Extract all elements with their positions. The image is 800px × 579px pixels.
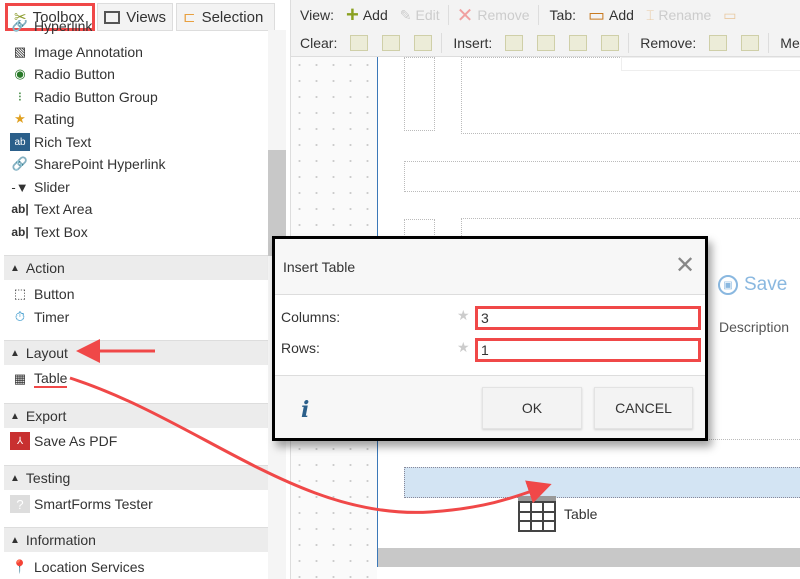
info-icon[interactable]: i [301, 397, 309, 423]
location-pin-icon: 📍 [11, 559, 29, 574]
divider [447, 5, 449, 25]
tab-add-button[interactable]: ▭ Add [582, 5, 640, 26]
link-icon: 🔗 [11, 20, 29, 32]
tab-views[interactable]: Views [97, 3, 173, 31]
view-remove-button[interactable]: ✕ Remove [451, 3, 536, 28]
slider-icon: -▼ [11, 179, 29, 195]
view-edit-button[interactable]: ✎ Edit [394, 7, 446, 24]
tab-rename-button[interactable]: ⌶ Rename [640, 7, 717, 24]
toolbox-item-save-as-pdf[interactable]: ⅄ Save As PDF [10, 430, 117, 452]
section-information[interactable]: ▲ Information [4, 527, 268, 552]
chevron-up-icon: ▲ [10, 410, 20, 422]
toolbar-row-1: View: + Add ✎ Edit ✕ Remove Tab: ▭ Add ⌶ Rena… [291, 1, 743, 29]
table-icon [518, 496, 556, 532]
view-add-button[interactable]: + Add [340, 2, 394, 28]
toolbox-item-image-annotation[interactable]: ▧ Image Annotation [10, 41, 143, 63]
tab-selection[interactable]: ⊏ Selection [176, 3, 275, 31]
text-box-icon: ab| [11, 225, 29, 239]
canvas-cell[interactable] [404, 57, 435, 131]
clear-icon[interactable] [350, 35, 369, 51]
remove-column-icon[interactable] [709, 35, 728, 51]
tab-remove-icon: ▭ [723, 6, 737, 23]
section-export[interactable]: ▲ Export [4, 403, 268, 428]
dialog-body: Columns: ★ 3 Rows: ★ 1 [275, 294, 705, 376]
required-star-icon: ★ [457, 307, 470, 323]
close-icon[interactable]: ✕ [675, 251, 695, 280]
dialog-title: Insert Table [283, 259, 356, 275]
toolbox-item-text-box[interactable]: ab| Text Box [10, 221, 87, 243]
clear-icon[interactable] [414, 35, 433, 51]
canvas-cell[interactable] [404, 161, 800, 192]
toolbox-item-smartforms-tester[interactable]: ? SmartForms Tester [10, 493, 153, 515]
chevron-up-icon: ▲ [10, 262, 20, 274]
question-icon: ? [10, 495, 30, 513]
tab-remove-button[interactable]: ▭ [717, 7, 742, 24]
image-icon: ▧ [13, 44, 27, 59]
divider [537, 5, 539, 25]
toolbox-item-radio-button-group[interactable]: ⁝ Radio Button Group [10, 86, 158, 108]
insert-table-dialog: Insert Table ✕ Columns: ★ 3 Rows: ★ 1 i … [272, 236, 708, 441]
radio-group-icon: ⁝ [17, 89, 23, 104]
link-icon: 🔗 [11, 156, 29, 171]
toolbox-item-sharepoint-hyperlink[interactable]: 🔗 SharePoint Hyperlink [10, 153, 166, 175]
button-icon: ⬚ [13, 286, 27, 301]
tree-icon: ⊏ [183, 9, 196, 26]
rows-label: Rows: [281, 340, 320, 356]
dragged-table-item[interactable]: Table [518, 496, 597, 532]
toolbar-row-2: Clear: Insert: Remove: Merg [300, 33, 800, 53]
toolbox-item-text-area[interactable]: ab| Text Area [10, 198, 92, 220]
insert-row-above-icon[interactable] [569, 35, 588, 51]
x-icon: ✕ [456, 4, 474, 27]
section-layout[interactable]: ▲ Layout [4, 340, 268, 365]
rich-text-icon: ab [10, 133, 30, 151]
chevron-up-icon: ▲ [10, 534, 20, 546]
pdf-icon: ⅄ [10, 432, 30, 450]
columns-input[interactable]: 3 [475, 306, 701, 330]
section-testing[interactable]: ▲ Testing [4, 465, 268, 490]
toolbox-item-button[interactable]: ⬚ Button [10, 283, 75, 305]
description-label: Description [719, 319, 790, 335]
views-icon [104, 10, 121, 24]
tab-add-icon: ▭ [588, 4, 606, 25]
star-icon: ★ [14, 111, 26, 126]
required-star-icon: ★ [457, 339, 470, 355]
ok-button[interactable]: OK [482, 387, 582, 429]
rename-icon: ⌶ [645, 6, 655, 23]
save-icon: ▣ [718, 275, 738, 295]
toolbox-item-location-services[interactable]: 📍 Location Services [10, 556, 145, 578]
chevron-up-icon: ▲ [10, 472, 20, 484]
toolbox-item-hyperlink[interactable]: 🔗 Hyperlink [10, 20, 92, 34]
text-area-icon: ab| [11, 202, 29, 216]
timer-icon: ⏱ [14, 309, 26, 324]
canvas-cell[interactable] [621, 57, 800, 71]
drop-zone[interactable] [404, 467, 800, 498]
canvas-footer-bar [378, 548, 800, 567]
columns-label: Columns: [281, 309, 341, 325]
radio-icon: ◉ [14, 66, 26, 81]
save-button[interactable]: ▣ Save [718, 274, 787, 296]
chevron-up-icon: ▲ [10, 347, 20, 359]
toolbox-item-radio-button[interactable]: ◉ Radio Button [10, 63, 115, 85]
table-icon: ▦ [13, 371, 27, 386]
remove-row-icon[interactable] [741, 35, 760, 51]
rows-input[interactable]: 1 [475, 338, 701, 362]
insert-row-below-icon[interactable] [601, 35, 620, 51]
insert-column-left-icon[interactable] [505, 35, 524, 51]
section-action[interactable]: ▲ Action [4, 255, 268, 280]
toolbox-item-table[interactable]: ▦ Table [10, 368, 68, 390]
toolbox-item-rich-text[interactable]: ab Rich Text [10, 131, 91, 153]
cancel-button[interactable]: CANCEL [594, 387, 693, 429]
insert-column-right-icon[interactable] [537, 35, 556, 51]
toolbox-item-rating[interactable]: ★ Rating [10, 108, 74, 130]
toolbox-item-slider[interactable]: -▼ Slider [10, 176, 69, 198]
divider [441, 33, 443, 53]
toolbar: View: + Add ✎ Edit ✕ Remove Tab: ▭ Add ⌶ Rena… [291, 0, 800, 57]
toolbox-panel: ✂ Toolbox Views ⊏ Selection 🔗 Hyperlink ▧ Im… [0, 0, 291, 579]
clear-icon[interactable] [382, 35, 401, 51]
divider [768, 33, 770, 53]
divider [628, 33, 630, 53]
pencil-icon: ✎ [399, 6, 412, 23]
plus-icon: + [345, 2, 359, 27]
toolbox-item-timer[interactable]: ⏱ Timer [10, 306, 69, 328]
